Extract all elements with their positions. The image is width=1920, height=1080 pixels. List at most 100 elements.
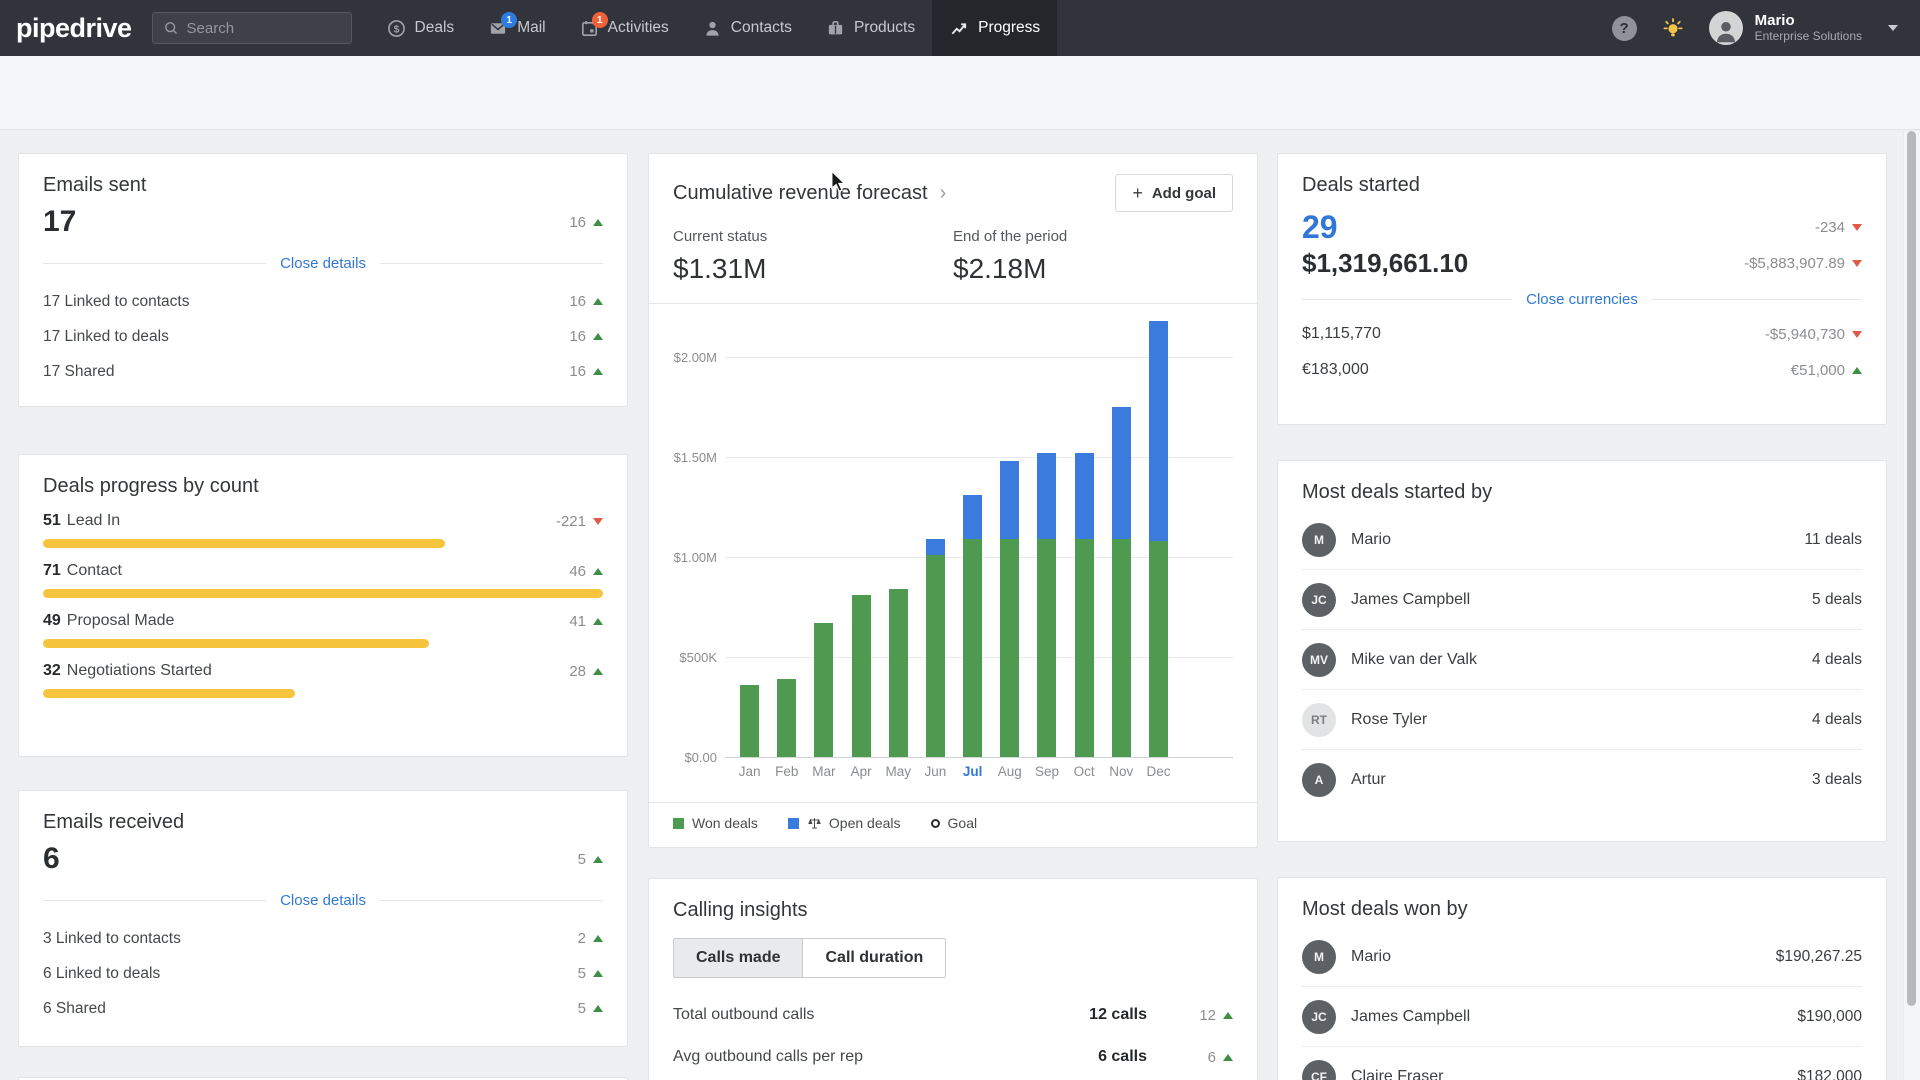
bar-dec[interactable] — [1140, 317, 1177, 757]
open-deals-segment[interactable] — [1000, 461, 1019, 539]
person-row: JCJames Campbell5 deals — [1302, 570, 1862, 630]
nav-item-label: Contacts — [731, 19, 792, 37]
person-name: Mario — [1351, 531, 1391, 549]
person-value: $190,000 — [1797, 1008, 1862, 1026]
open-deals-segment[interactable] — [926, 539, 945, 555]
x-axis-tick-label: Mar — [805, 764, 842, 779]
user-company: Enterprise Solutions — [1755, 30, 1862, 44]
legend-open-deals[interactable]: Open deals — [788, 815, 901, 831]
bar-apr[interactable] — [843, 317, 880, 757]
person-name: Mario — [1351, 948, 1391, 966]
won-deals-segment[interactable] — [1037, 539, 1056, 757]
help-icon[interactable]: ? — [1612, 16, 1637, 41]
nav-item-deals[interactable]: $Deals — [370, 0, 472, 56]
bar-jul[interactable] — [954, 317, 991, 757]
chevron-right-icon[interactable]: › — [940, 182, 947, 205]
tab-calls-made[interactable]: Calls made — [673, 938, 803, 978]
top-nav: pipedrive $Deals1Mail1ActivitiesContacts… — [0, 0, 1920, 56]
delta-value: 28 — [569, 663, 603, 680]
bar-oct[interactable] — [1066, 317, 1103, 757]
won-deals-segment[interactable] — [814, 623, 833, 757]
won-deals-segment[interactable] — [1112, 539, 1131, 757]
won-deals-segment[interactable] — [740, 685, 759, 757]
add-goal-button[interactable]: + Add goal — [1115, 174, 1233, 212]
x-axis-tick-label: Apr — [843, 764, 880, 779]
most-deals-started-card: Most deals started by MMario11 dealsJCJa… — [1277, 460, 1887, 842]
bar-aug[interactable] — [991, 317, 1028, 757]
arrow-down-icon — [1852, 331, 1862, 338]
person-value: 11 deals — [1805, 531, 1862, 549]
lightbulb-icon[interactable] — [1661, 16, 1685, 40]
arrow-up-icon — [1852, 367, 1862, 374]
avatar: CF — [1302, 1060, 1336, 1080]
person-name: Artur — [1351, 771, 1386, 789]
legend-won-deals[interactable]: Won deals — [673, 815, 758, 831]
emails-sent-value: 17 — [43, 205, 76, 239]
calling-stat-row: Avg outbound calls per rep6 calls6 — [673, 1036, 1233, 1078]
y-axis-tick-label: $1.50M — [673, 450, 717, 465]
bar-may[interactable] — [880, 317, 917, 757]
nav-item-products[interactable]: Products — [809, 0, 932, 56]
card-title: Emails sent — [43, 174, 603, 197]
arrow-down-icon — [593, 518, 603, 525]
person-name: James Campbell — [1351, 591, 1470, 609]
pipeline-stage-row: 49Proposal Made41 — [43, 612, 603, 648]
open-deals-segment[interactable] — [1037, 453, 1056, 539]
bar-sep[interactable] — [1028, 317, 1065, 757]
nav-item-contacts[interactable]: Contacts — [686, 0, 809, 56]
x-axis-tick-label: Aug — [991, 764, 1028, 779]
user-avatar[interactable] — [1709, 11, 1743, 45]
won-deals-segment[interactable] — [926, 555, 945, 757]
nav-item-mail[interactable]: 1Mail — [471, 0, 562, 56]
user-menu-caret-icon[interactable] — [1888, 25, 1898, 31]
search-input[interactable] — [187, 20, 337, 37]
avatar: JC — [1302, 583, 1336, 617]
delta-value: -221 — [556, 513, 603, 530]
bar-jun[interactable] — [917, 317, 954, 757]
open-deals-segment[interactable] — [1075, 453, 1094, 539]
won-deals-segment[interactable] — [777, 679, 796, 757]
stat-row: 6 Linked to deals5 — [43, 956, 603, 991]
deals-progress-card: Deals progress by count 51Lead In-22171C… — [18, 454, 628, 757]
won-deals-segment[interactable] — [963, 539, 982, 757]
nav-item-label: Activities — [608, 19, 669, 37]
delta-value: 46 — [569, 563, 603, 580]
won-deals-segment[interactable] — [889, 589, 908, 757]
bar-jan[interactable] — [731, 317, 768, 757]
y-axis-tick-label: $500K — [673, 650, 717, 665]
legend-goal[interactable]: Goal — [931, 815, 978, 831]
won-deals-segment[interactable] — [852, 595, 871, 757]
delta-value: €51,000 — [1791, 362, 1862, 379]
open-deals-segment[interactable] — [1112, 407, 1131, 539]
briefcase-icon — [826, 19, 845, 38]
x-axis-tick-label: Jul — [954, 764, 991, 779]
won-deals-segment[interactable] — [1000, 539, 1019, 757]
scrollbar-thumb[interactable] — [1907, 131, 1916, 1006]
nav-item-activities[interactable]: 1Activities — [563, 0, 686, 56]
stage-progress-bar — [43, 589, 603, 598]
y-axis-tick-label: $1.00M — [673, 550, 717, 565]
y-axis-tick-label: $2.00M — [673, 350, 717, 365]
card-title: Deals started — [1302, 174, 1862, 197]
bar-nov[interactable] — [1103, 317, 1140, 757]
avatar: MV — [1302, 643, 1336, 677]
won-deals-segment[interactable] — [1075, 539, 1094, 757]
open-deals-segment[interactable] — [963, 495, 982, 539]
user-menu[interactable]: Mario Enterprise Solutions — [1755, 12, 1862, 43]
nav-item-progress[interactable]: Progress — [932, 0, 1057, 56]
pipeline-stage-row: 32Negotiations Started28 — [43, 662, 603, 698]
close-currencies-link[interactable]: Close currencies — [1526, 291, 1638, 308]
won-deals-segment[interactable] — [1149, 541, 1168, 757]
close-details-link[interactable]: Close details — [280, 892, 366, 909]
bar-mar[interactable] — [805, 317, 842, 757]
open-deals-swatch — [788, 818, 799, 829]
arrow-up-icon — [593, 368, 603, 375]
bar-feb[interactable] — [768, 317, 805, 757]
close-details-link[interactable]: Close details — [280, 255, 366, 272]
open-deals-segment[interactable] — [1149, 321, 1168, 541]
global-search[interactable] — [152, 12, 352, 44]
x-axis-tick-label: Jun — [917, 764, 954, 779]
arrow-up-icon — [1223, 1054, 1233, 1061]
tab-call-duration[interactable]: Call duration — [802, 938, 946, 978]
emails-received-card: Emails received 6 5 Close details 3 Link… — [18, 790, 628, 1047]
